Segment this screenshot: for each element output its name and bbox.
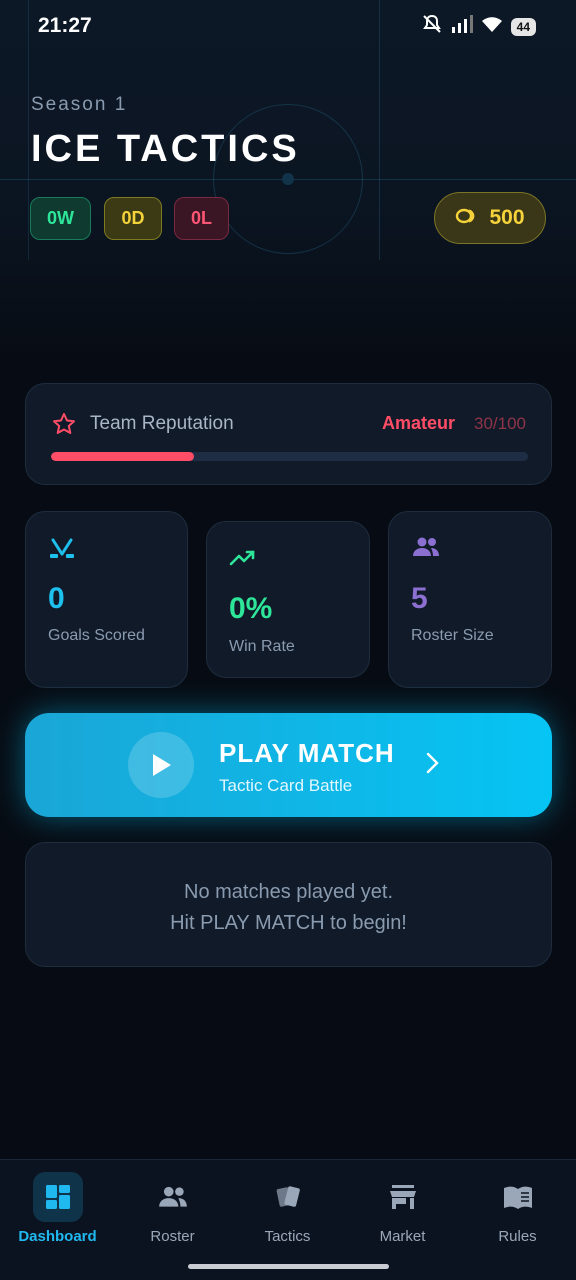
reputation-progress-bar (51, 452, 528, 461)
nav-label: Rules (498, 1228, 537, 1245)
wins-badge: 0W (30, 197, 91, 240)
reputation-progress-fill (51, 452, 195, 461)
play-icon (128, 732, 194, 798)
hockey-sticks-icon (48, 538, 76, 565)
losses-badge: 0L (174, 197, 229, 240)
reputation-rank: Amateur (381, 413, 455, 433)
battery-icon: 44 (510, 17, 536, 36)
win-rate-label: Win Rate (229, 638, 295, 655)
play-match-subtitle: Tactic Card Battle (219, 776, 353, 795)
stat-card-goals: 0 Goals Scored (25, 511, 188, 688)
star-icon (52, 412, 76, 441)
play-match-title: PLAY MATCH (219, 738, 395, 768)
grid-icon (32, 1172, 83, 1222)
empty-state-line: Hit PLAY MATCH to begin! (170, 912, 407, 934)
status-time: 21:27 (38, 14, 92, 37)
roster-size-value: 5 (411, 582, 428, 615)
nav-item-market[interactable]: Market (345, 1160, 460, 1260)
rink-center-dot (282, 173, 294, 185)
reputation-card: Team Reputation Amateur 30/100 (25, 383, 552, 485)
bottom-nav: Dashboard Roster Tactics Market Rules (0, 1159, 576, 1280)
season-label: Season 1 (31, 94, 128, 115)
nav-label: Dashboard (18, 1228, 97, 1245)
nav-item-rules[interactable]: Rules (460, 1160, 575, 1260)
nav-item-tactics[interactable]: Tactics (230, 1160, 345, 1260)
book-icon (493, 1172, 543, 1222)
stat-card-roster: 5 Roster Size (388, 511, 552, 688)
hero-background (0, 0, 576, 360)
nav-item-dashboard[interactable]: Dashboard (0, 1160, 115, 1260)
roster-size-label: Roster Size (411, 627, 494, 644)
chevron-right-icon (425, 751, 439, 780)
draws-badge: 0D (104, 197, 162, 240)
nav-label: Market (379, 1228, 426, 1245)
goals-label: Goals Scored (48, 627, 145, 644)
nav-label: Tactics (264, 1228, 311, 1245)
reputation-label: Team Reputation (90, 413, 234, 434)
cards-icon (263, 1172, 313, 1222)
home-indicator[interactable] (188, 1264, 389, 1269)
people-icon (148, 1172, 198, 1222)
status-icons: 44 (421, 14, 536, 39)
coins-badge[interactable]: 500 (434, 192, 546, 244)
empty-state-message: No matches played yet. Hit PLAY MATCH to… (26, 877, 551, 939)
wifi-icon (481, 15, 503, 38)
nav-item-roster[interactable]: Roster (115, 1160, 230, 1260)
play-match-button[interactable]: PLAY MATCH Tactic Card Battle (25, 713, 552, 817)
match-history-card: No matches played yet. Hit PLAY MATCH to… (25, 842, 552, 967)
reputation-score: 30/100 (474, 414, 526, 433)
coins-value: 500 (489, 206, 525, 229)
empty-state-line: No matches played yet. (184, 881, 393, 903)
status-bar: 21:27 44 (0, 0, 576, 52)
coin-icon (455, 206, 479, 230)
goals-value: 0 (48, 582, 65, 615)
people-icon (411, 536, 441, 563)
trending-up-icon (229, 548, 257, 573)
stat-card-win-rate: 0% Win Rate (206, 521, 370, 678)
mute-icon (421, 14, 443, 39)
page-title: ICE TACTICS (31, 128, 300, 170)
signal-icon (451, 14, 473, 39)
win-rate-value: 0% (229, 592, 273, 625)
store-icon (378, 1172, 428, 1222)
nav-label: Roster (150, 1228, 195, 1245)
